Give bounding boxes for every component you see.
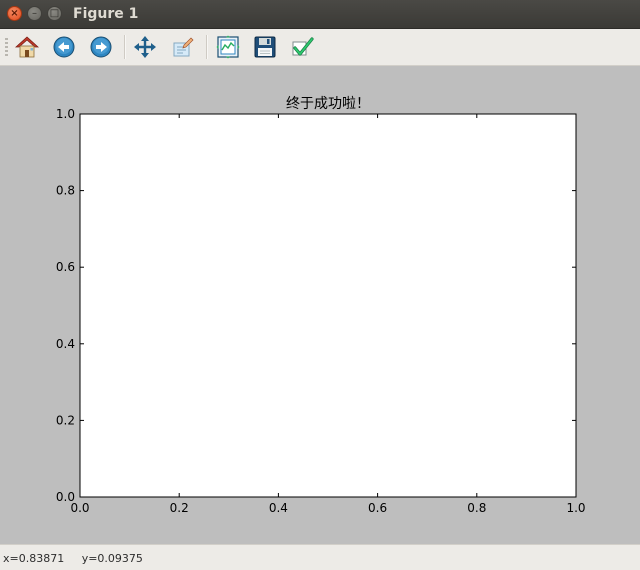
y-tick-label: 0.6 [56, 260, 75, 274]
title-bar: × – □ Figure 1 [0, 0, 640, 29]
maximize-icon: □ [49, 8, 60, 19]
subplots-button[interactable] [215, 34, 241, 60]
back-arrow-icon [53, 36, 75, 58]
home-button[interactable] [14, 34, 40, 60]
zoom-button[interactable] [170, 34, 196, 60]
checkmark-icon [292, 37, 314, 56]
x-tick-label: 0.4 [269, 501, 288, 515]
minimize-icon: – [32, 8, 37, 19]
back-button[interactable] [51, 34, 77, 60]
subplots-icon [216, 35, 240, 59]
forward-arrow-icon [90, 36, 112, 58]
toolbar-separator [124, 35, 126, 59]
plot-title: 终于成功啦！ [286, 95, 370, 112]
plot-svg: 0.0 0.2 0.4 0.6 0.8 1.00.00.20.40.60.81.0终于成功… [56, 95, 586, 515]
close-window-button[interactable]: × [7, 6, 22, 21]
y-tick-label: 0.4 [56, 337, 75, 351]
x-tick-label: 0.2 [170, 501, 189, 515]
axes-frame [79, 113, 577, 498]
floppy-icon [254, 36, 276, 58]
toolbar-grip[interactable] [5, 38, 8, 56]
zoom-rect-icon [173, 37, 194, 57]
move-icon [134, 36, 156, 58]
y-tick-label: 0.0 [56, 490, 75, 504]
x-tick-label: 1.0 [566, 501, 585, 515]
edit-parameters-button[interactable] [289, 34, 315, 60]
navigation-toolbar [0, 29, 640, 66]
save-button[interactable] [252, 34, 278, 60]
forward-button[interactable] [88, 34, 114, 60]
x-tick-label: 0.8 [467, 501, 486, 515]
close-icon: × [10, 8, 19, 19]
maximize-window-button[interactable]: □ [47, 6, 62, 21]
x-tick-label: 0.6 [368, 501, 387, 515]
status-bar: x=0.83871 y=0.09375 [0, 544, 640, 570]
home-icon [15, 36, 39, 58]
y-tick-label: 0.2 [56, 413, 75, 427]
cursor-coordinates: x=0.83871 y=0.09375 [3, 552, 143, 565]
toolbar-separator [206, 35, 208, 59]
minimize-window-button[interactable]: – [27, 6, 42, 21]
y-tick-label: 1.0 [56, 107, 75, 121]
pan-button[interactable] [132, 34, 158, 60]
window-title: Figure 1 [73, 6, 139, 22]
y-tick-label: 0.8 [56, 184, 75, 198]
figure-canvas[interactable]: 0.0 0.2 0.4 0.6 0.8 1.0 0.0 0.2 0.4 0.6 0.8 1.0 终于成功… [0, 66, 640, 544]
